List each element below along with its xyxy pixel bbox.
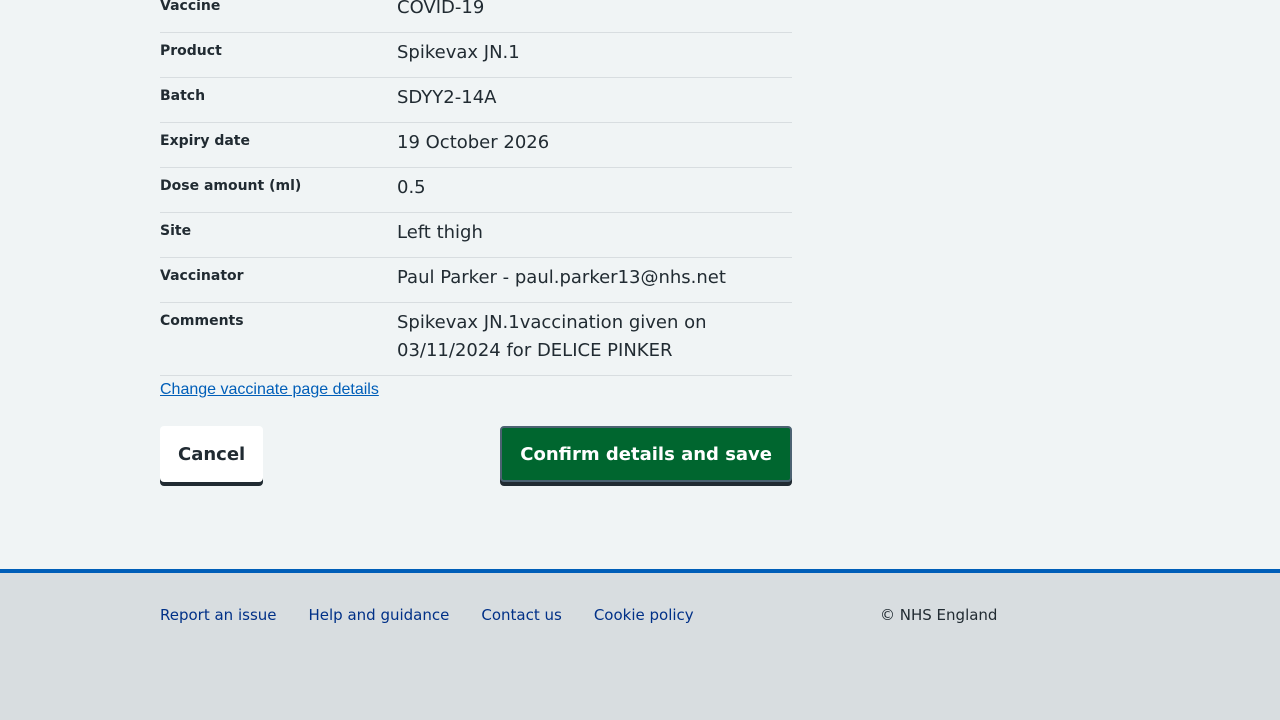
footer-copyright: © NHS England <box>880 606 998 624</box>
summary-row-product: Product Spikevax JN.1 <box>160 33 792 78</box>
footer-links: Report an issue Help and guidance Contac… <box>160 606 694 624</box>
summary-value: Spikevax JN.1 <box>397 42 520 63</box>
check-answers-main: Vaccine COVID-19 Product Spikevax JN.1 B… <box>160 0 792 486</box>
summary-key: Product <box>160 43 222 59</box>
summary-key: Comments <box>160 313 244 329</box>
summary-key: Batch <box>160 88 206 104</box>
summary-key: Expiry date <box>160 133 250 149</box>
summary-row-vaccine: Vaccine COVID-19 <box>160 0 792 33</box>
page-footer: Report an issue Help and guidance Contac… <box>0 569 1280 720</box>
confirm-and-save-button[interactable]: Confirm details and save <box>500 426 792 482</box>
footer-link-contact-us[interactable]: Contact us <box>481 606 561 624</box>
footer-link-cookie-policy[interactable]: Cookie policy <box>594 606 694 624</box>
summary-value: 0.5 <box>397 177 426 198</box>
footer-link-report-issue[interactable]: Report an issue <box>160 606 277 624</box>
summary-value: COVID-19 <box>397 0 485 18</box>
summary-key: Vaccine <box>160 0 221 14</box>
summary-key: Dose amount (ml) <box>160 178 302 194</box>
footer-link-help-guidance[interactable]: Help and guidance <box>309 606 450 624</box>
change-vaccinate-details-link[interactable]: Change vaccinate page details <box>160 381 379 399</box>
summary-row-vaccinator: Vaccinator Paul Parker - paul.parker13@n… <box>160 258 792 303</box>
summary-key: Site <box>160 223 192 239</box>
form-actions: Cancel Confirm details and save <box>160 426 792 486</box>
summary-row-batch: Batch SDYY2-14A <box>160 78 792 123</box>
summary-list: Vaccine COVID-19 Product Spikevax JN.1 B… <box>160 0 792 376</box>
summary-row-comments: Comments Spikevax JN.1vaccination given … <box>160 303 792 376</box>
summary-value: Paul Parker - paul.parker13@nhs.net <box>397 267 726 288</box>
cancel-button[interactable]: Cancel <box>160 426 264 482</box>
summary-row-expiry-date: Expiry date 19 October 2026 <box>160 123 792 168</box>
summary-row-site: Site Left thigh <box>160 213 792 258</box>
summary-row-dose-amount: Dose amount (ml) 0.5 <box>160 168 792 213</box>
summary-key: Vaccinator <box>160 268 244 284</box>
summary-value: Spikevax JN.1vaccination given on 03/11/… <box>397 312 707 361</box>
summary-value: Left thigh <box>397 222 483 243</box>
summary-value: 19 October 2026 <box>397 132 550 153</box>
summary-value: SDYY2-14A <box>397 87 497 108</box>
